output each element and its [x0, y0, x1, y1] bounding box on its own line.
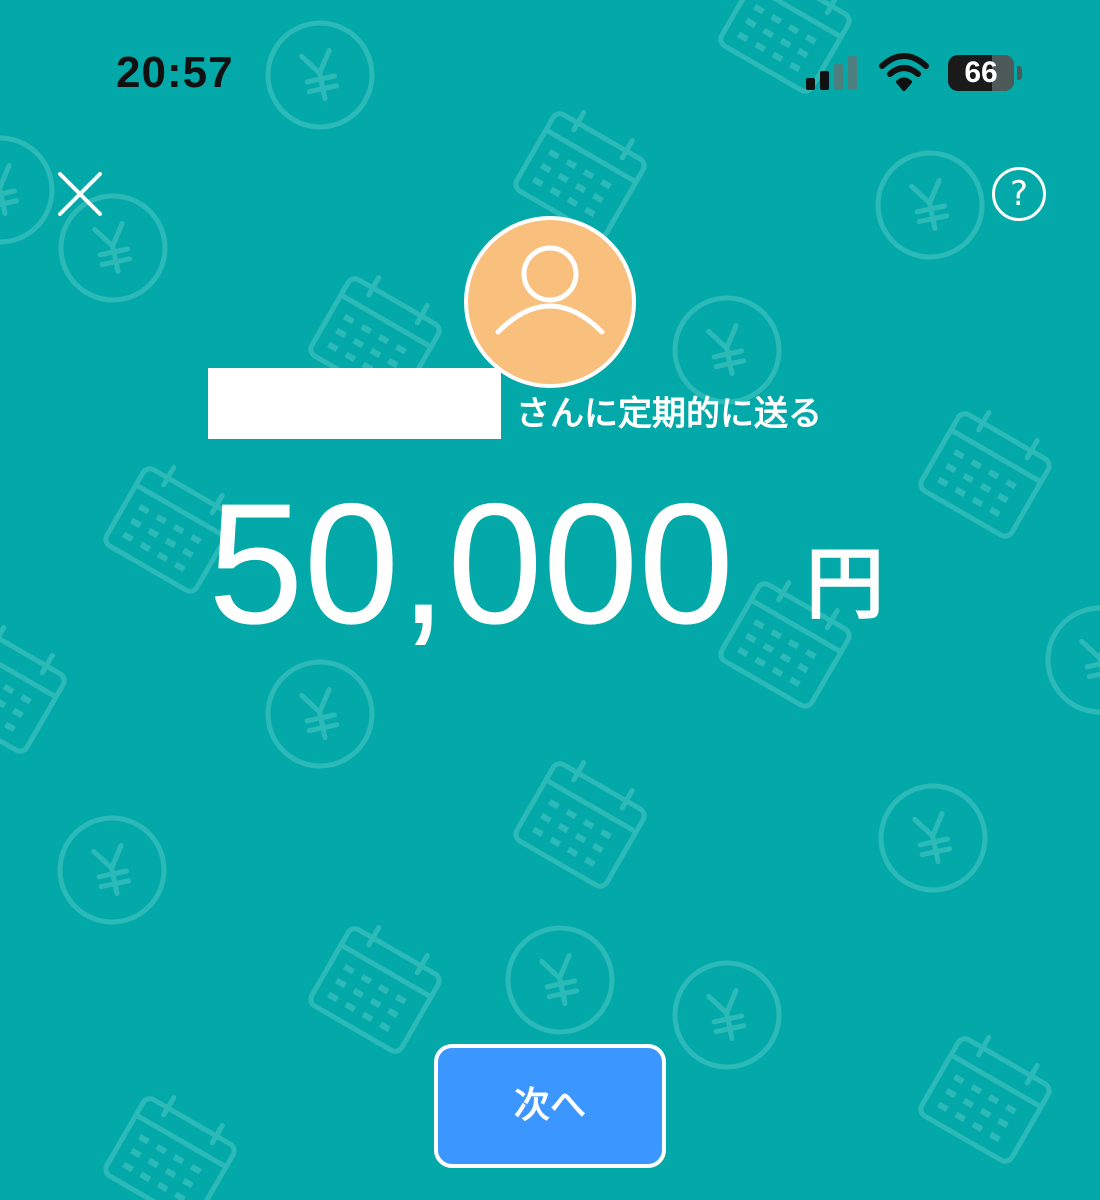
- battery-tip: [1017, 66, 1022, 80]
- yen-coin-icon: [878, 783, 988, 893]
- yen-coin-icon: [57, 815, 167, 925]
- yen-coin-icon: [875, 150, 985, 260]
- calendar-icon: [0, 625, 67, 754]
- user-avatar-icon: [495, 245, 605, 335]
- wifi-icon: [878, 52, 930, 92]
- yen-coin-icon: [265, 659, 375, 769]
- calendar-icon: [308, 925, 442, 1054]
- calendar-icon: [918, 410, 1052, 539]
- battery-level: 66: [964, 56, 998, 89]
- battery-icon: 66: [948, 55, 1014, 91]
- yen-coin-icon: [1045, 605, 1100, 715]
- recipient-avatar: [464, 216, 636, 388]
- cellular-signal-icon: [806, 56, 860, 90]
- yen-coin-icon: [672, 960, 782, 1070]
- next-button[interactable]: 次へ: [434, 1044, 666, 1168]
- yen-coin-icon: [505, 925, 615, 1035]
- calendar-icon: [103, 1095, 237, 1200]
- status-time: 20:57: [116, 48, 234, 97]
- calendar-icon: [513, 760, 647, 889]
- calendar-icon: [918, 1035, 1052, 1164]
- close-icon: [58, 172, 102, 216]
- close-button[interactable]: [52, 166, 108, 222]
- status-bar: 20:57 66: [0, 0, 1100, 150]
- amount-unit: 円: [806, 540, 885, 630]
- help-button[interactable]: ?: [992, 167, 1046, 221]
- amount-value: 50,000: [208, 468, 735, 660]
- recipient-name-redacted: [208, 368, 501, 439]
- recipient-suffix-text: さんに定期的に送る: [516, 394, 822, 434]
